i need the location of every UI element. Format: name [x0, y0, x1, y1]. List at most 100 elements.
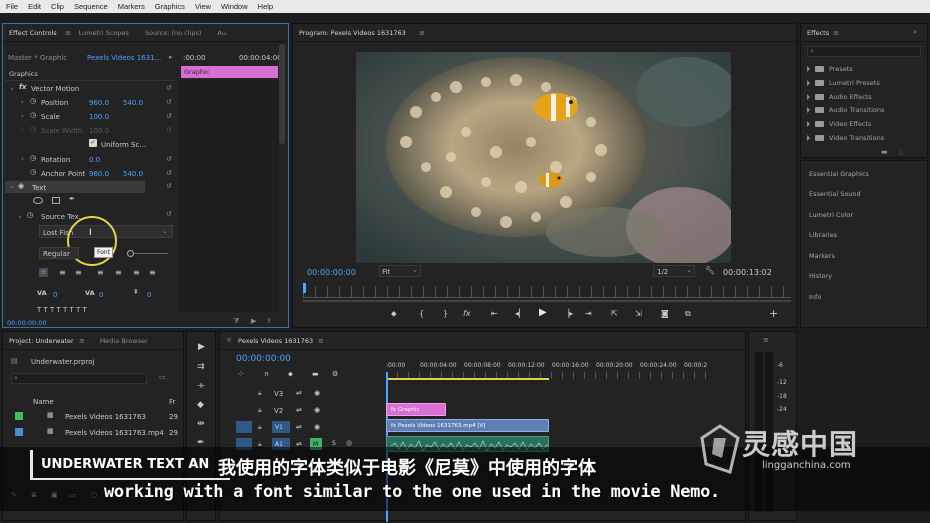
- effects-item-audio-transitions[interactable]: Audio Transitions: [807, 106, 884, 114]
- align-right-icon[interactable]: ≡: [75, 268, 82, 277]
- align-left-icon[interactable]: ≡: [39, 268, 48, 277]
- sync-lock-icon[interactable]: ⇌: [296, 389, 302, 397]
- effects-item-lumetri-presets[interactable]: Lumetri Presets: [807, 79, 880, 87]
- menu-lines-icon[interactable]: ≡: [318, 337, 324, 345]
- settings-icon[interactable]: ▬: [312, 370, 319, 378]
- col-name-header[interactable]: Name: [33, 398, 54, 406]
- sequence-clip-label[interactable]: Pexels Videos 1631...: [87, 54, 161, 62]
- microphone-icon[interactable]: ◎: [346, 439, 352, 447]
- menu-lines-icon[interactable]: ≡: [763, 336, 769, 344]
- graphic-clip[interactable]: fx Graphic: [386, 403, 446, 416]
- mark-in-icon[interactable]: {: [419, 309, 424, 318]
- reset-icon[interactable]: ↺: [166, 155, 172, 163]
- close-icon[interactable]: ×: [226, 336, 232, 344]
- play-in-out-icon[interactable]: ▶: [251, 317, 256, 325]
- menu-window[interactable]: Window: [221, 2, 248, 11]
- eye-icon[interactable]: ◉: [18, 182, 24, 190]
- ec-timecode[interactable]: 00:00:00:00: [7, 319, 47, 327]
- stopwatch-icon[interactable]: ◷: [30, 111, 36, 119]
- menu-clip[interactable]: Clip: [51, 2, 64, 11]
- expand-arrow-icon[interactable]: ›: [21, 155, 24, 163]
- stopwatch-icon[interactable]: ◷: [27, 211, 33, 219]
- align-center-icon[interactable]: ≡: [59, 268, 66, 277]
- tracking-icon[interactable]: VA: [37, 289, 47, 297]
- rotation-value[interactable]: 0.0: [89, 156, 100, 164]
- menu-edit[interactable]: Edit: [28, 2, 41, 11]
- menu-graphics[interactable]: Graphics: [155, 2, 185, 11]
- eye-icon[interactable]: ◉: [314, 406, 320, 414]
- overflow-icon[interactable]: »: [913, 28, 917, 36]
- wrench-icon[interactable]: ⚙︎: [332, 370, 338, 378]
- extract-icon[interactable]: ⇲: [635, 309, 642, 318]
- justify-left-icon[interactable]: ≡: [97, 268, 104, 277]
- panel-history[interactable]: History: [809, 272, 832, 280]
- tab-effects[interactable]: Effects: [807, 29, 829, 37]
- linked-selection-icon[interactable]: ∩: [264, 370, 269, 378]
- video-clip[interactable]: fx Pexels Videos 1631763.mp4 [V]: [386, 419, 549, 432]
- sync-lock-icon[interactable]: ⇌: [296, 406, 302, 414]
- reset-icon[interactable]: ↺: [166, 84, 172, 92]
- snap-icon[interactable]: ⊹: [238, 370, 244, 378]
- slip-tool-icon[interactable]: ⇹: [197, 419, 205, 429]
- new-bin-icon[interactable]: ▭: [159, 373, 166, 381]
- project-item-name[interactable]: Pexels Videos 1631763.mp4: [65, 429, 164, 437]
- program-playhead[interactable]: [303, 283, 306, 293]
- eye-icon[interactable]: ◉: [314, 389, 320, 397]
- eye-icon[interactable]: ◉: [314, 423, 320, 431]
- uniform-scale-checkbox[interactable]: ✓: [89, 139, 97, 147]
- go-to-in-icon[interactable]: ⇤: [491, 309, 498, 318]
- compare-icon[interactable]: ⧉: [685, 309, 691, 319]
- lock-icon[interactable]: 🔒︎: [258, 406, 262, 415]
- project-search-input[interactable]: [11, 373, 147, 384]
- project-item-name[interactable]: Pexels Videos 1631763: [65, 413, 146, 421]
- expand-arrow-icon[interactable]: ›: [21, 126, 24, 134]
- marker-icon[interactable]: ⬥: [391, 309, 397, 319]
- menu-view[interactable]: View: [195, 2, 211, 11]
- panel-info[interactable]: Info: [809, 293, 821, 301]
- anchor-y-value[interactable]: 540.0: [123, 170, 143, 178]
- col-framerate-header[interactable]: Fr: [169, 398, 175, 406]
- source-patch-v1[interactable]: [236, 421, 252, 433]
- reset-icon[interactable]: ↺: [166, 169, 172, 177]
- effects-search-input[interactable]: [807, 46, 921, 57]
- tab-program[interactable]: Program: Pexels Videos 1631763: [299, 29, 406, 37]
- ellipse-mask-icon[interactable]: [33, 197, 43, 204]
- kerning-icon[interactable]: VA: [85, 289, 95, 297]
- font-size-slider-handle[interactable]: [127, 250, 134, 257]
- master-clip-label[interactable]: Master * Graphic: [8, 54, 67, 62]
- anchor-x-value[interactable]: 960.0: [89, 170, 109, 178]
- lock-icon[interactable]: 🔒︎: [258, 389, 262, 398]
- track-label-v1[interactable]: V1: [272, 421, 290, 433]
- chevron-down-icon[interactable]: ⌄: [162, 227, 168, 235]
- panel-markers[interactable]: Markers: [809, 252, 835, 260]
- menu-markers[interactable]: Markers: [118, 2, 145, 11]
- kerning-value[interactable]: 0: [99, 291, 103, 299]
- menu-lines-icon[interactable]: ≡: [419, 29, 425, 37]
- collapse-arrow-icon[interactable]: ⌄: [9, 84, 15, 92]
- leading-icon[interactable]: ⇞: [133, 288, 139, 296]
- scale-value[interactable]: 100.0: [89, 113, 109, 121]
- reset-icon[interactable]: ↺: [166, 182, 172, 190]
- play-triangle-icon[interactable]: ▸: [169, 53, 173, 61]
- menu-help[interactable]: Help: [258, 2, 273, 11]
- zoom-bar[interactable]: [303, 300, 791, 302]
- fx-icon[interactable]: fx: [463, 309, 471, 318]
- text-format-icons[interactable]: T T T T T T T T: [37, 306, 87, 314]
- program-timecode[interactable]: 00:00:00:00: [307, 268, 356, 277]
- sync-lock-icon[interactable]: ⇌: [296, 423, 302, 431]
- go-to-out-icon[interactable]: ⇥: [585, 309, 592, 318]
- collapse-arrow-icon[interactable]: ⌄: [9, 182, 15, 190]
- effects-item-video-transitions[interactable]: Video Transitions: [807, 134, 884, 142]
- menu-lines-icon[interactable]: ≡: [79, 337, 85, 345]
- collapse-arrow-icon[interactable]: ⌄: [17, 212, 23, 220]
- tab-lumetri-scopes[interactable]: Lumetri Scopes: [79, 29, 129, 37]
- tab-effect-controls[interactable]: Effect Controls: [9, 29, 57, 37]
- justify-center-icon[interactable]: ≡: [115, 268, 122, 277]
- reset-icon[interactable]: ↺: [166, 210, 172, 218]
- wrench-icon[interactable]: 🔧︎: [705, 266, 715, 275]
- menu-lines-icon[interactable]: ≡: [65, 29, 71, 37]
- menu-file[interactable]: File: [6, 2, 18, 11]
- mark-out-icon[interactable]: }: [443, 309, 448, 318]
- rectangle-mask-icon[interactable]: [52, 197, 60, 204]
- menu-sequence[interactable]: Sequence: [74, 2, 108, 11]
